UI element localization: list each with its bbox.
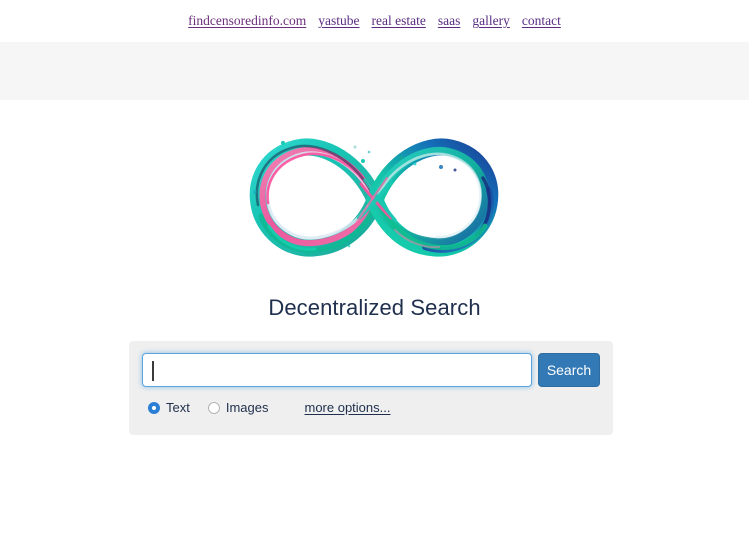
page-title: Decentralized Search xyxy=(268,295,481,320)
nav-links-container: findcensoredinfo.com yastube real estate… xyxy=(188,13,561,29)
more-options-link[interactable]: more options... xyxy=(304,400,390,415)
search-input-container[interactable] xyxy=(142,353,532,387)
header-banner-band xyxy=(0,42,749,100)
radio-label-text: Text xyxy=(166,400,190,415)
search-options-row: Text Images more options... xyxy=(142,400,600,415)
top-navigation-bar: findcensoredinfo.com yastube real estate… xyxy=(0,0,749,42)
logo-left-loop xyxy=(249,138,384,257)
search-panel: Search Text Images more options... xyxy=(129,341,613,435)
logo-container xyxy=(0,132,749,268)
nav-link-contact[interactable]: contact xyxy=(522,13,561,29)
radio-label-images: Images xyxy=(225,400,269,415)
search-button[interactable]: Search xyxy=(538,353,600,387)
nav-link-saas[interactable]: saas xyxy=(438,13,461,29)
radio-option-text[interactable]: Text xyxy=(148,400,190,415)
radio-selected-icon[interactable] xyxy=(148,401,160,414)
nav-link-real-estate[interactable]: real estate xyxy=(372,13,426,29)
radio-option-images[interactable]: Images xyxy=(207,400,269,415)
nav-link-gallery[interactable]: gallery xyxy=(472,13,509,29)
search-row: Search xyxy=(142,353,600,387)
infinity-paint-splash-logo xyxy=(249,138,498,257)
nav-link-findcensoredinfo[interactable]: findcensoredinfo.com xyxy=(188,13,306,29)
radio-unselected-icon[interactable] xyxy=(207,401,220,414)
logo-right-loop xyxy=(365,138,498,257)
nav-link-yastube[interactable]: yastube xyxy=(318,13,359,29)
text-cursor xyxy=(152,361,154,381)
search-input[interactable] xyxy=(151,362,523,378)
